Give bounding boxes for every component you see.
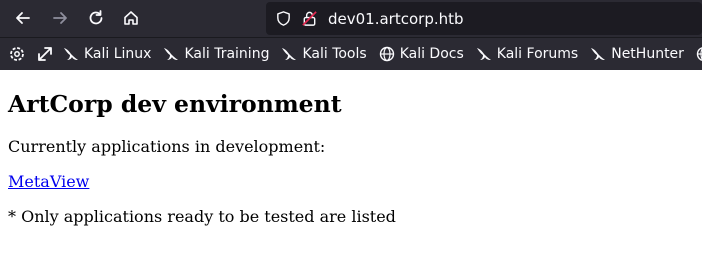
bookmark-label: Kali Linux [84,46,152,62]
note-text: * Only applications ready to be tested a… [8,207,396,226]
bookmark-nethunter[interactable]: NetHunter [589,45,684,63]
kali-dragon-icon [64,48,78,60]
metaview-link[interactable]: MetaView [8,172,89,191]
bookmark-kali-linux[interactable]: Kali Linux [62,45,151,63]
address-bar[interactable]: dev01.artcorp.htb [266,2,702,35]
kali-dragon-icon [476,48,491,60]
page-content: ArtCorp dev environment Currently applic… [0,70,702,226]
reload-button[interactable] [85,7,107,29]
bookmarks-toolbar: Kali Linux Kali Training Kali Tools Kali… [0,37,702,70]
bookmark-offsec[interactable]: O [695,45,702,63]
reload-icon [89,10,103,25]
forward-button[interactable] [49,7,71,29]
bookmark-label: Kali Training [184,46,270,62]
settings-icon[interactable] [8,45,26,63]
globe-icon [379,46,394,62]
globe-icon [696,47,702,61]
home-button[interactable] [120,7,142,29]
kali-dragon-icon [164,48,179,60]
kali-dragon-icon [282,48,297,60]
home-icon [124,11,138,25]
intro-text: Currently applications in development: [8,137,326,156]
browser-toolbar: dev01.artcorp.htb [0,0,702,37]
shield-icon[interactable] [274,10,292,28]
insecure-lock-icon[interactable] [300,10,318,28]
bookmark-kali-forums[interactable]: Kali Forums [475,45,578,63]
url-text[interactable]: dev01.artcorp.htb [328,10,464,28]
expand-icon[interactable] [36,45,54,63]
bookmark-kali-tools[interactable]: Kali Tools [280,45,367,63]
page-title: ArtCorp dev environment [8,90,342,118]
bookmark-kali-training[interactable]: Kali Training [162,45,269,63]
back-button[interactable] [12,7,34,29]
bookmark-label: Kali Tools [302,46,367,62]
bookmark-kali-docs[interactable]: Kali Docs [378,45,464,63]
arrow-left-icon [16,12,30,24]
arrow-right-icon [53,12,67,24]
bookmark-label: Kali Docs [399,46,464,62]
kali-dragon-icon [591,48,606,60]
bookmark-label: Kali Forums [496,46,579,62]
bookmark-label: NetHunter [611,46,684,62]
